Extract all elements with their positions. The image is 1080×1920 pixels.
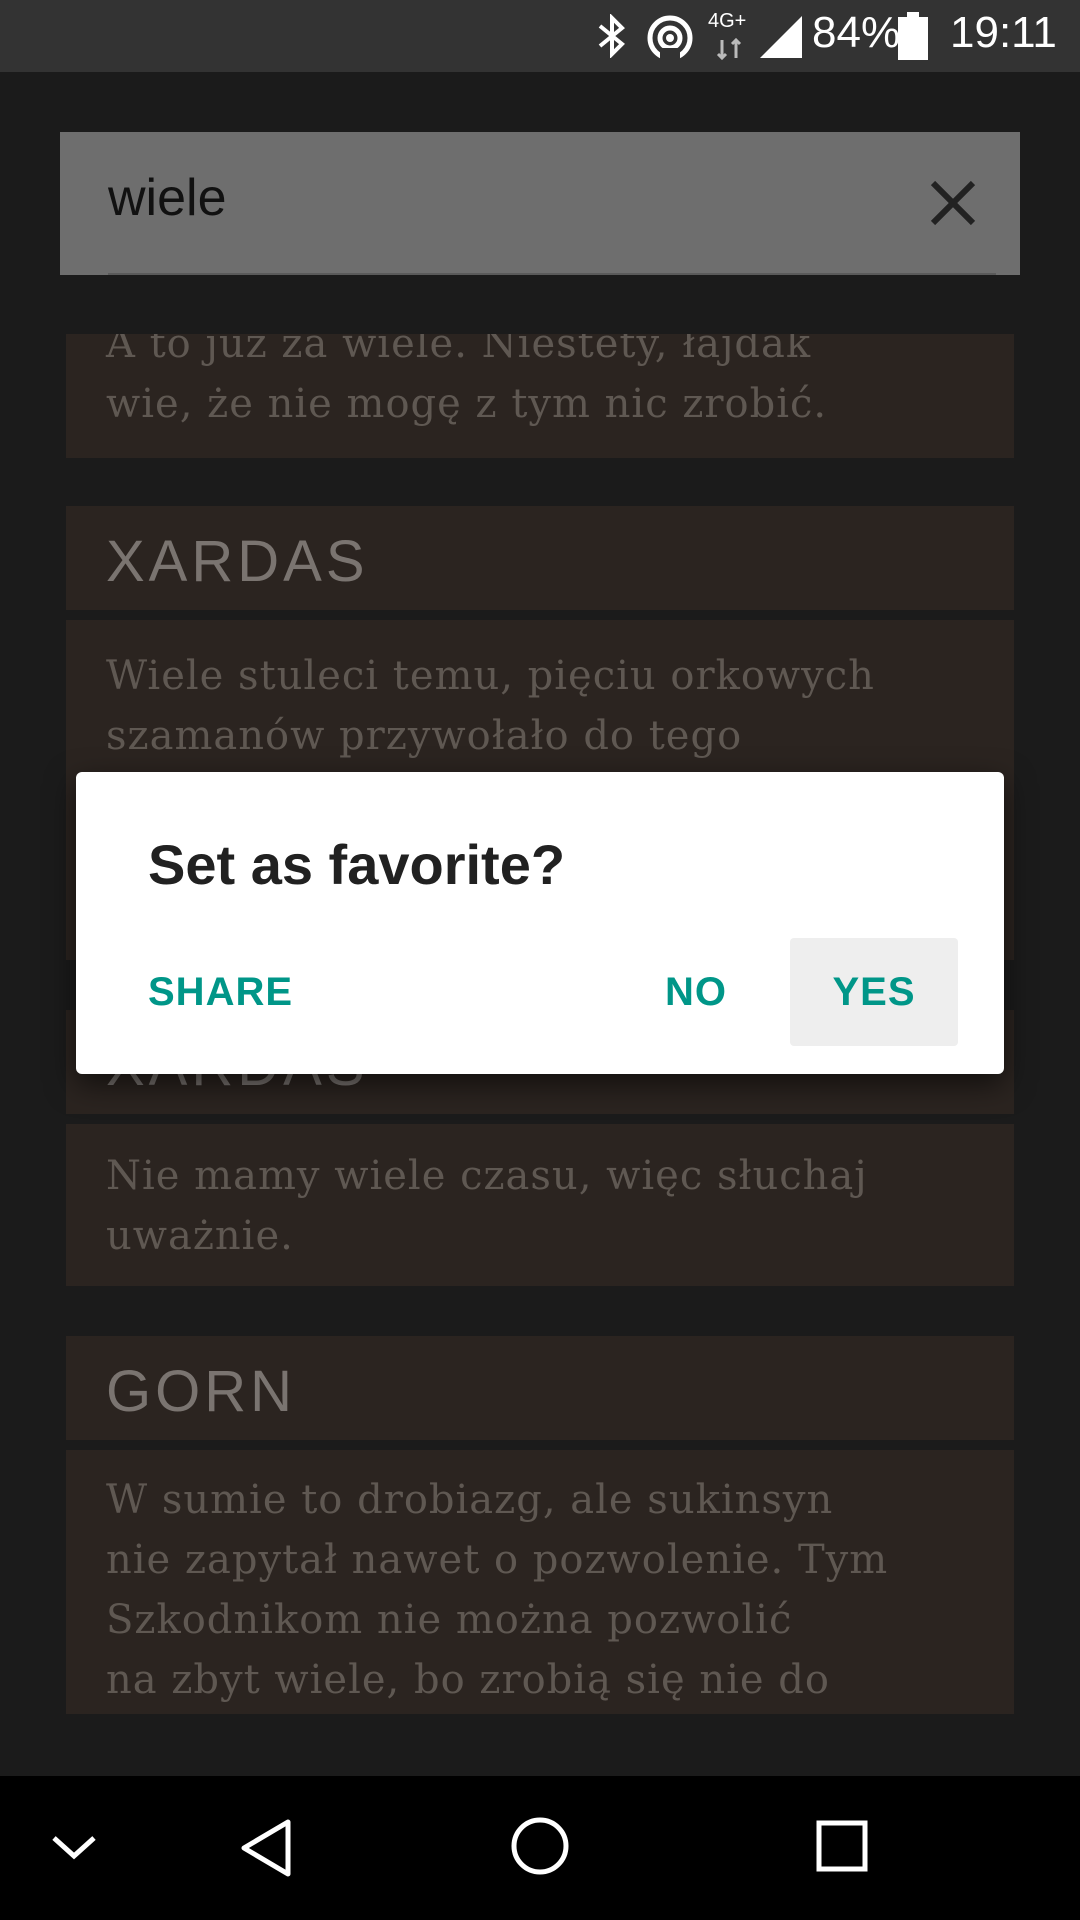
quote-line: szamanów przywołało do tego	[106, 713, 743, 759]
close-icon[interactable]	[908, 158, 998, 248]
speaker-name: GORN	[106, 1359, 296, 1424]
search-input[interactable]: wiele	[108, 168, 227, 228]
battery-percent: 84%	[812, 8, 901, 57]
quote-text: Nie mamy wiele czasu, więc słuchaj uważn…	[66, 1124, 1014, 1266]
navigation-bar	[0, 1776, 1080, 1920]
quote-card[interactable]: Nie mamy wiele czasu, więc słuchaj uważn…	[66, 1124, 1014, 1286]
no-button[interactable]: NO	[636, 938, 756, 1046]
search-bar: wiele	[60, 132, 1020, 275]
bluetooth-icon	[598, 14, 625, 58]
hotspot-icon	[647, 15, 693, 62]
quote-line: nie zapytał nawet o pozwolenie. Tym	[106, 1537, 889, 1583]
battery-icon	[898, 12, 928, 60]
quote-card[interactable]: W sumie to drobiazg, ale sukinsyn nie za…	[66, 1450, 1014, 1714]
quote-text: Wiele stuleci temu, pięciu orkowych szam…	[66, 620, 1014, 766]
quote-text: W sumie to drobiazg, ale sukinsyn nie za…	[66, 1450, 1014, 1710]
back-icon[interactable]	[236, 1816, 296, 1880]
network-icon	[716, 38, 742, 60]
search-underline	[108, 273, 996, 275]
home-icon[interactable]	[508, 1814, 572, 1878]
favorite-dialog: Set as favorite? SHARE NO YES	[76, 772, 1004, 1074]
network-type-label: 4G+	[708, 10, 747, 32]
recents-icon[interactable]	[814, 1818, 870, 1874]
quote-line: Nie mamy wiele czasu, więc słuchaj	[106, 1153, 868, 1199]
quote-line: Szkodnikom nie można pozwolić	[106, 1597, 793, 1643]
speaker-header: XARDAS	[66, 506, 1014, 610]
quote-line: na zbyt wiele, bo zrobią się nie do	[106, 1657, 830, 1703]
speaker-name: XARDAS	[106, 529, 369, 594]
yes-button[interactable]: YES	[790, 938, 958, 1046]
chevron-down-icon[interactable]	[44, 1822, 104, 1872]
quote-line: A to już za wiele. Niestety, łajdak	[106, 334, 812, 367]
quote-line: Wiele stuleci temu, pięciu orkowych	[106, 653, 875, 699]
quote-line: wie, że nie mogę z tym nic zrobić.	[106, 381, 828, 427]
clock: 19:11	[950, 8, 1057, 57]
quote-text: A to już za wiele. Niestety, łajdak wie,…	[66, 334, 1014, 434]
quote-card[interactable]: A to już za wiele. Niestety, łajdak wie,…	[66, 334, 1014, 458]
speaker-header: GORN	[66, 1336, 1014, 1440]
quote-line: uważnie.	[106, 1213, 294, 1259]
share-button[interactable]: SHARE	[148, 938, 293, 1046]
status-bar: 4G+ 84% 19:11	[0, 0, 1080, 72]
signal-icon	[760, 16, 802, 58]
quote-line: W sumie to drobiazg, ale sukinsyn	[106, 1477, 834, 1523]
dialog-title: Set as favorite?	[148, 833, 566, 896]
